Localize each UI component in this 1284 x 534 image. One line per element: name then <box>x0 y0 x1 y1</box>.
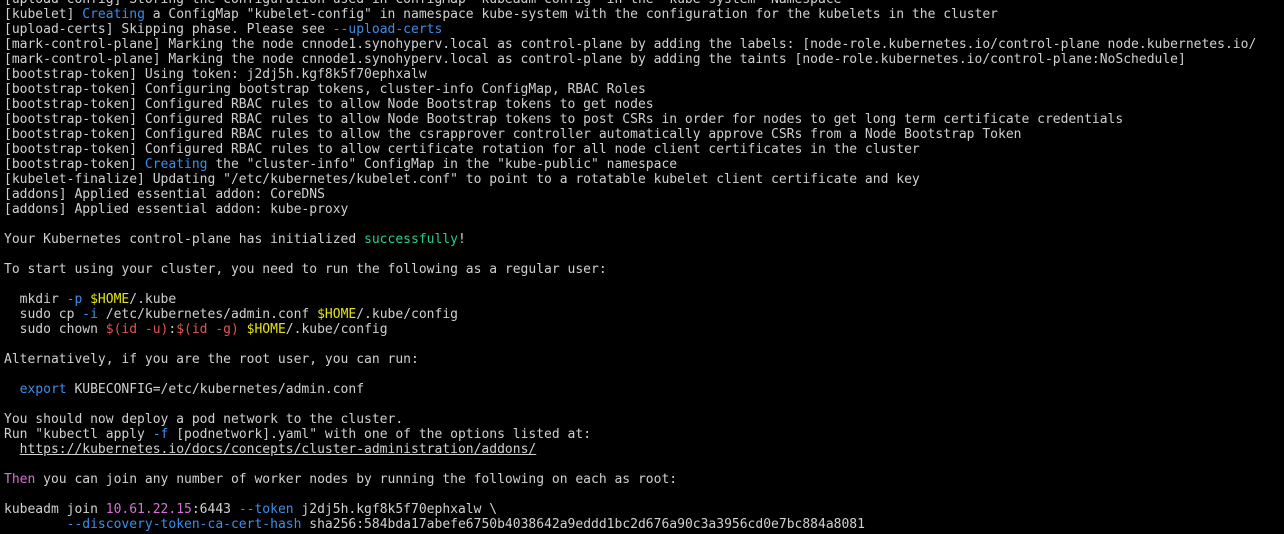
terminal-text: [podnetwork].yaml" with one of the optio… <box>168 427 592 442</box>
terminal-line: Alternatively, if you are the root user,… <box>0 352 1284 367</box>
terminal-text: /.kube/config <box>356 307 458 322</box>
terminal-text: /.kube/config <box>285 322 388 337</box>
terminal-line: [bootstrap-token] Configured RBAC rules … <box>0 97 1284 112</box>
terminal-text: ! <box>457 232 466 247</box>
terminal-text: mkdir <box>4 292 67 307</box>
terminal-text: $HOME <box>246 322 286 337</box>
terminal-text: $(id -g) <box>176 322 239 337</box>
terminal-line: [bootstrap-token] Configured RBAC rules … <box>0 142 1284 157</box>
terminal-line: Run "kubectl apply -f [podnetwork].yaml"… <box>0 427 1284 442</box>
terminal-text: --discovery-token-ca-cert-hash <box>66 517 302 532</box>
terminal-text: the "cluster-info" ConfigMap in the "kub… <box>207 157 678 172</box>
terminal-line: sudo chown $(id -u):$(id -g) $HOME/.kube… <box>0 322 1284 337</box>
terminal-text: Alternatively, if you are the root user,… <box>4 352 419 367</box>
terminal-text: successfully <box>364 232 458 247</box>
terminal-line: [kubelet] Creating a ConfigMap "kubelet-… <box>0 7 1284 22</box>
terminal-line: To start using your cluster, you need to… <box>0 262 1284 277</box>
terminal-text: [addons] Applied essential addon: kube-p… <box>4 202 349 217</box>
terminal-text: [bootstrap-token] <box>4 157 145 172</box>
terminal-text: KUBECONFIG=/etc/kubernetes/admin.conf <box>66 382 365 397</box>
terminal-line: sudo cp -i /etc/kubernetes/admin.conf $H… <box>0 307 1284 322</box>
terminal-text: sha256:584bda17abefe6750b4038642a9eddd1b… <box>301 517 865 532</box>
terminal-line: Then you can join any number of worker n… <box>0 472 1284 487</box>
terminal-text: [bootstrap-token] Configured RBAC rules … <box>4 127 1022 142</box>
terminal-link[interactable]: https://kubernetes.io/docs/concepts/clus… <box>20 442 537 457</box>
terminal-text: kubeadm join <box>4 502 106 517</box>
terminal-text: /etc/kubernetes/admin.conf <box>97 307 318 322</box>
terminal-line: [kubelet-finalize] Updating "/etc/kubern… <box>0 172 1284 187</box>
terminal-text: Your Kubernetes control-plane has initia… <box>4 232 365 247</box>
terminal-line: [bootstrap-token] Creating the "cluster-… <box>0 157 1284 172</box>
terminal-line: [addons] Applied essential addon: kube-p… <box>0 202 1284 217</box>
terminal-line: mkdir -p $HOME/.kube <box>0 292 1284 307</box>
terminal-line: https://kubernetes.io/docs/concepts/clus… <box>0 442 1284 457</box>
terminal-line: [bootstrap-token] Configuring bootstrap … <box>0 82 1284 97</box>
terminal-text: Creating <box>82 7 145 22</box>
terminal-text: [bootstrap-token] Using token: j2dj5h.kg… <box>4 67 427 82</box>
terminal-text: You should now deploy a pod network to t… <box>4 412 404 427</box>
terminal-text: [bootstrap-token] Configuring bootstrap … <box>4 82 646 97</box>
terminal-line: [upload-config] Storing the configuratio… <box>0 0 1284 7</box>
terminal-line: kubeadm join 10.61.22.15:6443 --token j2… <box>0 502 1284 517</box>
terminal-window[interactable]: [upload-config] Storing the configuratio… <box>0 0 1284 534</box>
terminal-text: -i <box>82 307 98 322</box>
terminal-text: [bootstrap-token] Configured RBAC rules … <box>4 142 920 157</box>
terminal-text: :6443 <box>191 502 239 517</box>
terminal-line: Your Kubernetes control-plane has initia… <box>0 232 1284 247</box>
terminal-text: [upload-config] Storing the configuratio… <box>4 0 841 7</box>
terminal-text: $HOME <box>317 307 357 322</box>
terminal-text: $HOME <box>90 292 130 307</box>
terminal-text: -p <box>66 292 83 307</box>
terminal-text: To start using your cluster, you need to… <box>4 262 607 277</box>
terminal-text: Run "kubectl apply <box>4 427 153 442</box>
terminal-line: [bootstrap-token] Configured RBAC rules … <box>0 112 1284 127</box>
terminal-text: [kubelet] <box>4 7 83 22</box>
terminal-text: 10.61.22.15 <box>105 502 192 517</box>
terminal-text: -f <box>152 427 169 442</box>
terminal-text: $(id -u) <box>105 322 169 337</box>
terminal-text: export <box>19 382 67 397</box>
terminal-line: [mark-control-plane] Marking the node cn… <box>0 37 1284 52</box>
terminal-text: [mark-control-plane] Marking the node cn… <box>4 37 1257 52</box>
terminal-text: you can join any number of worker nodes … <box>35 472 678 487</box>
terminal-text: [addons] Applied essential addon: CoreDN… <box>4 187 325 202</box>
terminal-text: a ConfigMap "kubelet-config" in namespac… <box>144 7 999 22</box>
terminal-text: j2dj5h.kgf8k5f70ephxalw \ <box>293 502 498 517</box>
terminal-text: sudo chown <box>4 322 106 337</box>
terminal-line: export KUBECONFIG=/etc/kubernetes/admin.… <box>0 382 1284 397</box>
terminal-text: --token <box>238 502 294 517</box>
terminal-text: /.kube <box>129 292 177 307</box>
terminal-text: [mark-control-plane] Marking the node cn… <box>4 52 1186 67</box>
terminal-text: [bootstrap-token] Configured RBAC rules … <box>4 112 1124 127</box>
terminal-line: [addons] Applied essential addon: CoreDN… <box>0 187 1284 202</box>
terminal-line: You should now deploy a pod network to t… <box>0 412 1284 427</box>
terminal-line: [bootstrap-token] Configured RBAC rules … <box>0 127 1284 142</box>
terminal-text: [bootstrap-token] Configured RBAC rules … <box>4 97 654 112</box>
terminal-text: Creating <box>144 157 208 172</box>
terminal-line: [mark-control-plane] Marking the node cn… <box>0 52 1284 67</box>
terminal-text: Then <box>4 472 36 487</box>
terminal-text: --upload-certs <box>332 22 443 37</box>
terminal-text: sudo cp <box>4 307 83 322</box>
terminal-line: [bootstrap-token] Using token: j2dj5h.kg… <box>0 67 1284 82</box>
terminal-text: [upload-certs] Skipping phase. Please se… <box>4 22 333 37</box>
terminal-text: [kubelet-finalize] Updating "/etc/kubern… <box>4 172 920 187</box>
terminal-line: --discovery-token-ca-cert-hash sha256:58… <box>0 517 1284 532</box>
terminal-line: [upload-certs] Skipping phase. Please se… <box>0 22 1284 37</box>
